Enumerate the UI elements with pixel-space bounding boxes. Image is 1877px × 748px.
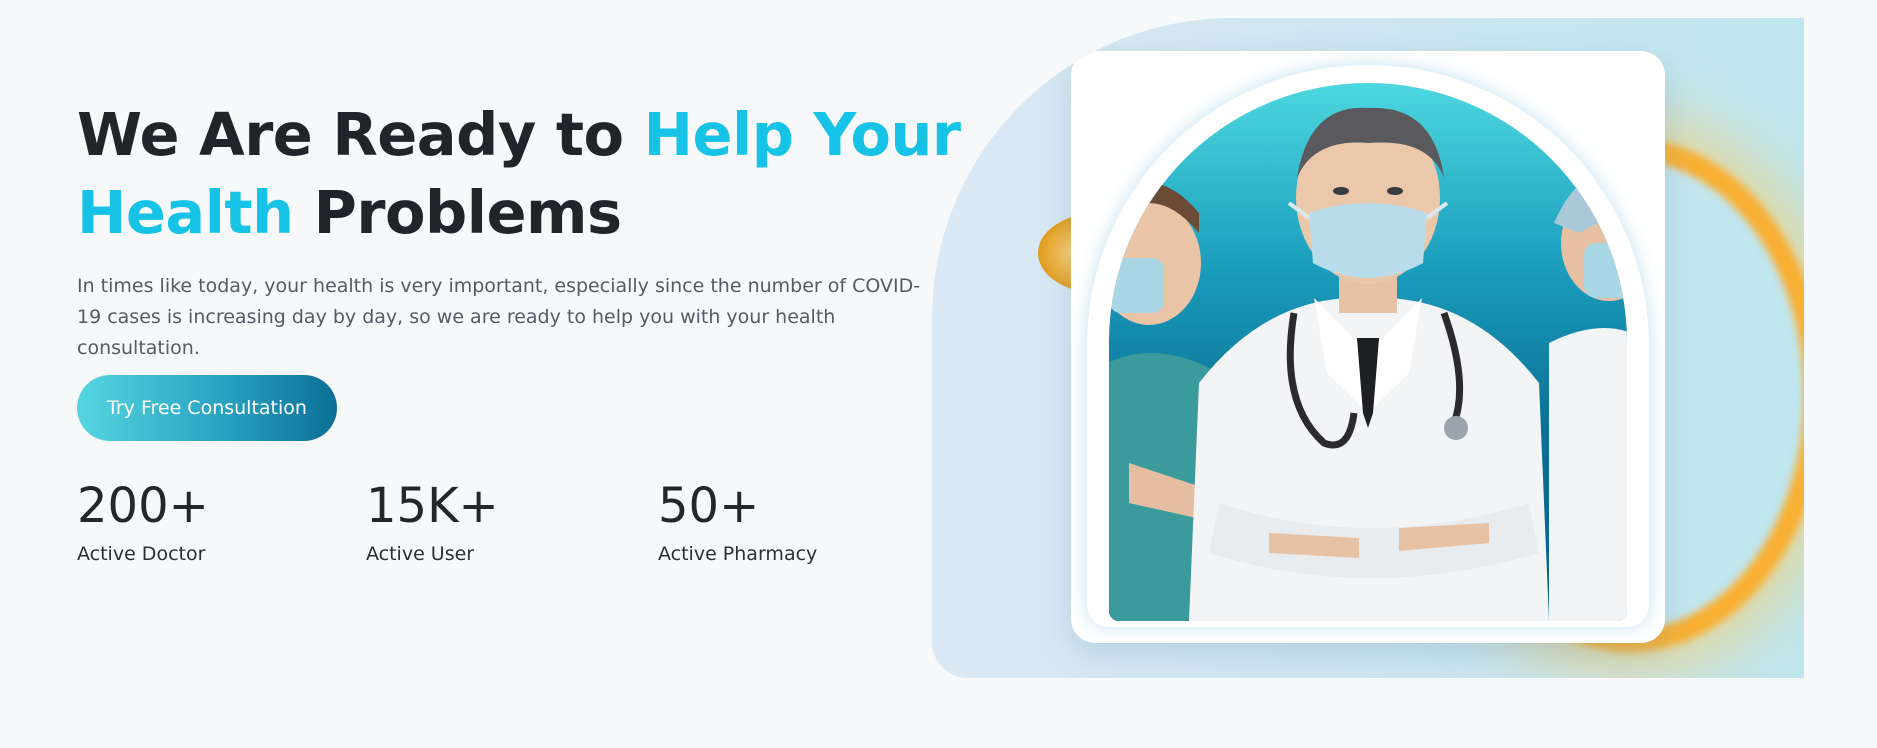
hero-title-part1: We Are Ready to: [77, 100, 644, 169]
hero-description: In times like today, your health is very…: [77, 275, 921, 359]
hero-title-part2: Problems: [293, 178, 622, 247]
stat-value: 15K+: [366, 478, 499, 534]
stat-label: Active Doctor: [77, 543, 206, 565]
doctors-illustration: [1109, 107, 1627, 621]
stat-label: Active User: [366, 543, 475, 565]
doctor-photo-card: [1071, 51, 1665, 643]
try-free-consultation-button[interactable]: Try Free Consultation: [77, 375, 337, 441]
stat-value: 200+: [77, 478, 209, 534]
photo-arch-frame: [1087, 65, 1649, 627]
doctors-photo: [1109, 83, 1627, 621]
stat-active-doctor: 200+ Active Doctor: [77, 478, 209, 566]
stat-active-pharmacy: 50+ Active Pharmacy: [658, 478, 817, 566]
stat-value: 50+: [658, 478, 760, 534]
hero-title-accent-1: Help Your: [643, 100, 961, 169]
stat-label: Active Pharmacy: [658, 543, 818, 565]
hero-title-accent-2: Health: [77, 178, 294, 247]
hero-title: We Are Ready to Help Your Health Problems: [77, 96, 977, 252]
stat-active-user: 15K+ Active User: [366, 478, 499, 566]
hero-section: We Are Ready to Help Your Health Problems…: [0, 0, 1877, 748]
hero-visual-background: [932, 18, 1804, 678]
